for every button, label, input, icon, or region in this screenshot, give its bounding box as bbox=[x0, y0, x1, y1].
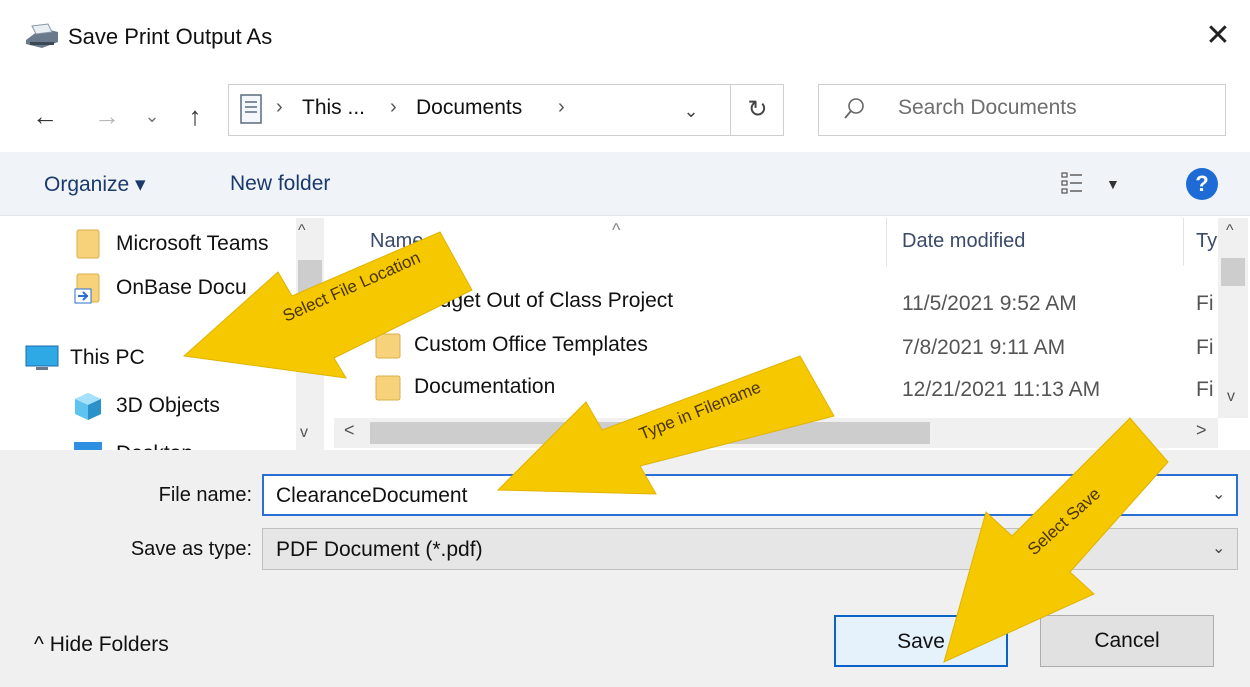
select-save-arrow: Select Save bbox=[943, 417, 1169, 663]
type-filename-arrow: Type in Filename bbox=[496, 355, 835, 495]
annotation-overlay: Select File Location Type in Filename Se… bbox=[182, 231, 1169, 663]
select-location-arrow: Select File Location bbox=[182, 231, 473, 379]
